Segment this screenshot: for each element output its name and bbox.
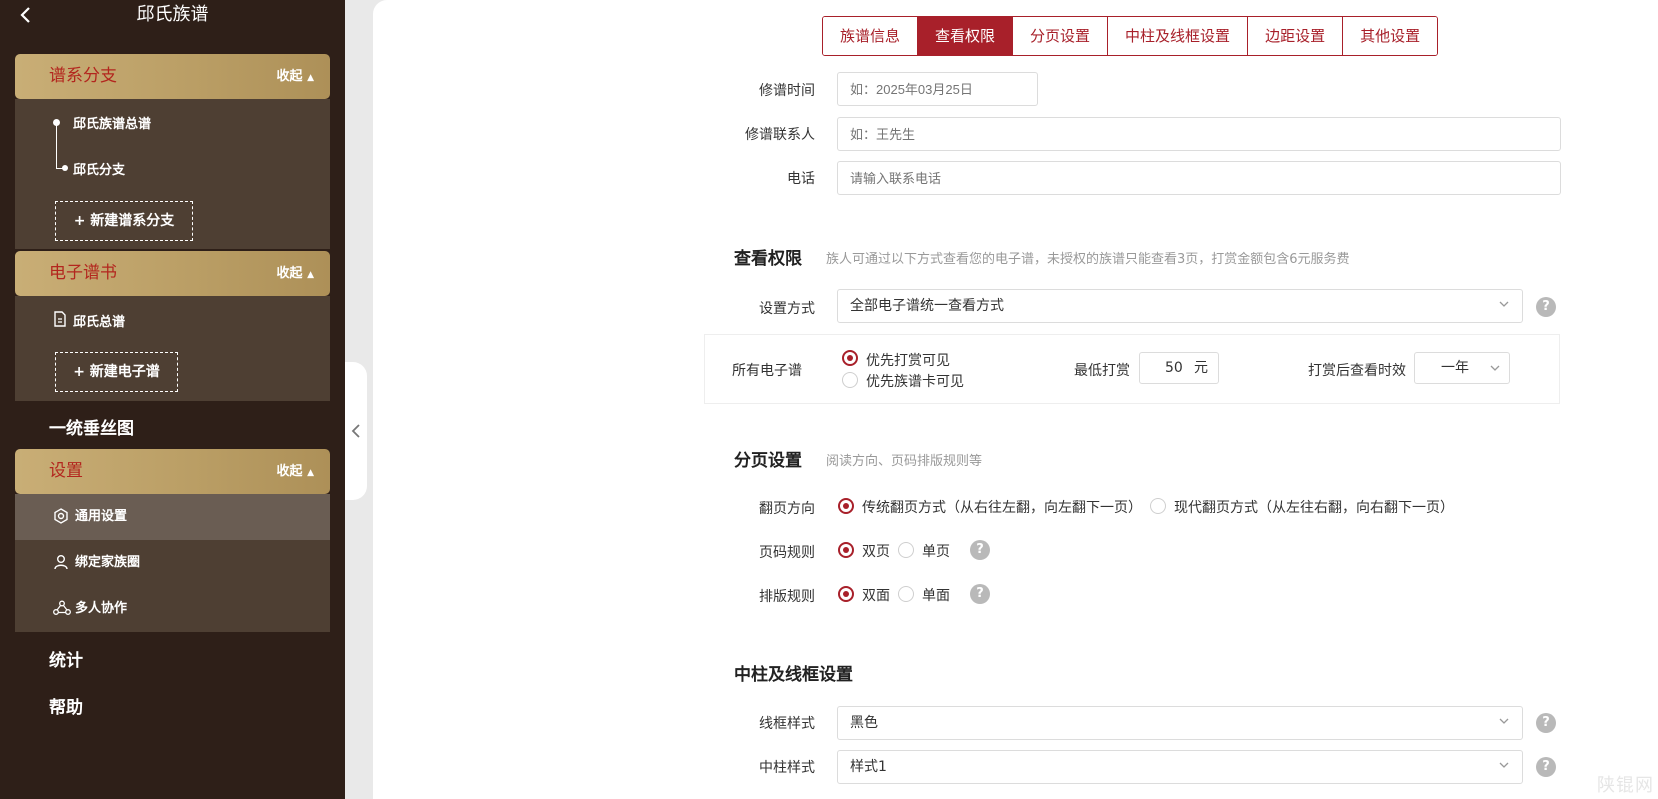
sidebar-item-ebook-master[interactable]: 邱氏总谱 bbox=[73, 311, 125, 330]
menu-label: 绑定家族圈 bbox=[75, 555, 141, 570]
phone-label: 电话 bbox=[787, 171, 815, 187]
collapse-toggle[interactable]: 收起 ▲ bbox=[277, 54, 314, 101]
section-label: 电子谱书 bbox=[49, 263, 117, 283]
tab-margin[interactable]: 边距设置 bbox=[1248, 17, 1344, 55]
help-icon[interactable]: ? bbox=[1536, 713, 1556, 733]
caret-up-icon: ▲ bbox=[307, 270, 314, 280]
permission-title: 查看权限 bbox=[734, 249, 802, 269]
sidebar-item-general-settings[interactable]: 通用设置 bbox=[15, 494, 330, 540]
menu-label: 多人协作 bbox=[75, 601, 128, 616]
settings-icon bbox=[54, 508, 68, 524]
chevron-down-icon bbox=[1490, 365, 1500, 371]
radio-card-first[interactable] bbox=[842, 372, 858, 388]
radio-layout-single[interactable] bbox=[898, 586, 914, 602]
chevron-left-icon bbox=[351, 424, 360, 438]
frame-label: 线框样式 bbox=[759, 716, 815, 732]
caret-up-icon: ▲ bbox=[307, 73, 314, 83]
section-label: 谱系分支 bbox=[49, 66, 117, 86]
chevron-down-icon bbox=[1499, 301, 1509, 307]
mode-select[interactable]: 全部电子谱统一查看方式 bbox=[837, 289, 1523, 323]
tab-view-permission[interactable]: 查看权限 bbox=[918, 17, 1014, 55]
section-label: 设置 bbox=[49, 461, 83, 481]
caret-up-icon: ▲ bbox=[307, 468, 314, 478]
contact-input[interactable] bbox=[837, 117, 1561, 151]
sidebar-item-help[interactable]: 帮助 bbox=[49, 693, 83, 718]
sidebar-item-bind-family[interactable]: 绑定家族圈 bbox=[15, 540, 330, 586]
pillar-title: 中柱及线框设置 bbox=[734, 665, 853, 685]
radio-pageno-single[interactable] bbox=[898, 542, 914, 558]
radio-label: 单面 bbox=[922, 588, 950, 604]
radio-label: 单页 bbox=[922, 544, 950, 560]
paging-title: 分页设置 bbox=[734, 451, 802, 471]
currency-unit: 元 bbox=[1194, 360, 1208, 376]
collaboration-icon bbox=[53, 600, 71, 615]
revise-time-label: 修谱时间 bbox=[759, 83, 815, 99]
document-icon bbox=[54, 311, 66, 327]
validity-select[interactable]: 一年 bbox=[1414, 352, 1510, 384]
tab-pillar-frame[interactable]: 中柱及线框设置 bbox=[1108, 17, 1249, 55]
tab-genealogy-info[interactable]: 族谱信息 bbox=[823, 17, 919, 55]
sidebar-collapse-handle[interactable] bbox=[345, 362, 367, 500]
menu-label: 通用设置 bbox=[75, 509, 128, 524]
sidebar: 邱氏族谱 谱系分支 收起 ▲ 邱氏族谱总谱 邱氏分支 + 新建谱系分支 电子谱书… bbox=[0, 0, 345, 799]
sidebar-item-collaboration[interactable]: 多人协作 bbox=[15, 586, 330, 632]
user-icon bbox=[54, 555, 68, 570]
phone-input[interactable] bbox=[837, 161, 1561, 195]
validity-label: 打赏后查看时效 bbox=[1308, 363, 1406, 379]
revise-time-input[interactable] bbox=[837, 72, 1038, 106]
help-icon[interactable]: ? bbox=[1536, 297, 1556, 317]
collapse-toggle[interactable]: 收起 ▲ bbox=[277, 251, 314, 298]
sidebar-item-master-genealogy[interactable]: 邱氏族谱总谱 bbox=[73, 113, 151, 132]
watermark: 陕锟网 bbox=[1597, 775, 1654, 796]
radio-direction-traditional[interactable] bbox=[838, 498, 854, 514]
contact-label: 修谱联系人 bbox=[745, 127, 815, 143]
section-header-settings[interactable]: 设置 收起 ▲ bbox=[15, 449, 330, 494]
min-reward-input[interactable]: 50 元 bbox=[1139, 352, 1219, 384]
permission-desc: 族人可通过以下方式查看您的电子谱，未授权的族谱只能查看3页，打赏金额包含6元服务… bbox=[826, 252, 1350, 267]
tree-connector bbox=[56, 124, 57, 169]
chevron-down-icon bbox=[1499, 718, 1509, 724]
section-header-ebook[interactable]: 电子谱书 收起 ▲ bbox=[15, 251, 330, 296]
help-icon[interactable]: ? bbox=[1536, 757, 1556, 777]
tab-paging[interactable]: 分页设置 bbox=[1013, 17, 1109, 55]
radio-label: 优先族谱卡可见 bbox=[866, 374, 964, 390]
radio-direction-modern[interactable] bbox=[1150, 498, 1166, 514]
mode-label: 设置方式 bbox=[759, 301, 815, 317]
tab-other[interactable]: 其他设置 bbox=[1343, 17, 1438, 55]
chevron-down-icon bbox=[1499, 762, 1509, 768]
radio-layout-double[interactable] bbox=[838, 586, 854, 602]
radio-label: 双页 bbox=[862, 544, 890, 560]
new-ebook-button[interactable]: + 新建电子谱 bbox=[55, 352, 178, 392]
radio-label: 传统翻页方式（从右往左翻，向左翻下一页） bbox=[862, 500, 1142, 516]
paging-desc: 阅读方向、页码排版规则等 bbox=[826, 454, 983, 469]
settings-tabs: 族谱信息 查看权限 分页设置 中柱及线框设置 边距设置 其他设置 bbox=[822, 16, 1439, 56]
sidebar-item-stats[interactable]: 统计 bbox=[49, 646, 83, 671]
radio-label: 双面 bbox=[862, 588, 890, 604]
radio-reward-first[interactable] bbox=[842, 350, 858, 366]
sidebar-title: 邱氏族谱 bbox=[136, 4, 209, 25]
pillar-style-label: 中柱样式 bbox=[759, 760, 815, 776]
sidebar-item-pedigree[interactable]: 一统垂丝图 bbox=[49, 414, 134, 439]
radio-label: 优先打赏可见 bbox=[866, 353, 950, 369]
layout-label: 排版规则 bbox=[759, 589, 815, 605]
all-ebooks-label: 所有电子谱 bbox=[732, 363, 802, 379]
collapse-toggle[interactable]: 收起 ▲ bbox=[277, 449, 314, 496]
pageno-label: 页码规则 bbox=[759, 545, 815, 561]
min-reward-label: 最低打赏 bbox=[1074, 363, 1130, 379]
frame-select[interactable]: 黑色 bbox=[837, 706, 1523, 740]
radio-label: 现代翻页方式（从左往右翻，向右翻下一页） bbox=[1174, 500, 1454, 516]
radio-pageno-double[interactable] bbox=[838, 542, 854, 558]
help-icon[interactable]: ? bbox=[970, 584, 990, 604]
pillar-select[interactable]: 样式1 bbox=[837, 750, 1523, 784]
help-icon[interactable]: ? bbox=[970, 540, 990, 560]
sidebar-item-branch[interactable]: 邱氏分支 bbox=[73, 159, 125, 178]
direction-label: 翻页方向 bbox=[759, 501, 815, 517]
tree-node-dot bbox=[62, 165, 68, 171]
section-header-lineage[interactable]: 谱系分支 收起 ▲ bbox=[15, 54, 330, 99]
new-branch-button[interactable]: + 新建谱系分支 bbox=[55, 201, 193, 241]
